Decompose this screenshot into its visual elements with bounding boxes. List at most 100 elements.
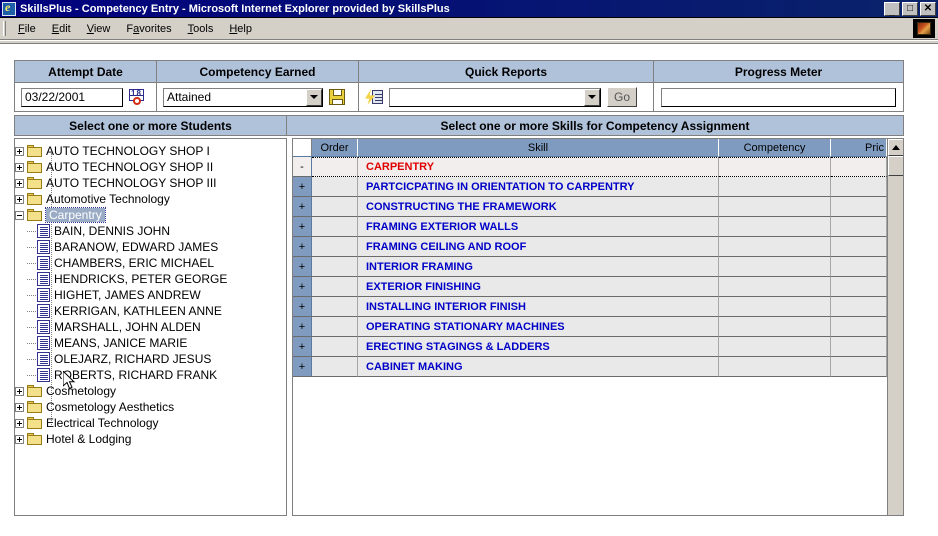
table-row[interactable]: + FRAMING EXTERIOR WALLS — [293, 217, 887, 237]
tree-expand-icon[interactable] — [15, 418, 24, 428]
cell-competency[interactable] — [719, 197, 831, 217]
cell-order[interactable] — [312, 277, 358, 297]
menu-item-help[interactable]: Help — [221, 21, 260, 37]
tree-folder-node[interactable]: Automotive Technology — [15, 191, 286, 207]
row-collapse-button[interactable]: - — [293, 157, 312, 177]
maximize-button[interactable]: □ — [902, 1, 918, 16]
cell-order[interactable] — [312, 317, 358, 337]
grid-vertical-scrollbar[interactable] — [887, 139, 903, 515]
cell-skill[interactable]: OPERATING STATIONARY MACHINES — [358, 317, 719, 337]
row-expand-button[interactable]: + — [293, 177, 312, 197]
tree-student-node[interactable]: OLEJARZ, RICHARD JESUS — [15, 351, 286, 367]
tree-student-node[interactable]: CHAMBERS, ERIC MICHAEL — [15, 255, 286, 271]
calendar-date-picker-icon[interactable] — [129, 88, 146, 106]
cell-pric[interactable] — [831, 237, 887, 257]
tree-expand-icon[interactable] — [15, 386, 24, 396]
grid-col-pric[interactable]: Pric — [831, 139, 887, 157]
row-expand-button[interactable]: + — [293, 277, 312, 297]
cell-competency[interactable] — [719, 257, 831, 277]
cell-skill[interactable]: PARTCICPATING IN ORIENTATION TO CARPENTR… — [358, 177, 719, 197]
tree-student-node[interactable]: MARSHALL, JOHN ALDEN — [15, 319, 286, 335]
cell-pric[interactable] — [831, 277, 887, 297]
cell-order[interactable] — [312, 257, 358, 277]
minimize-button[interactable]: _ — [884, 1, 900, 16]
tree-folder-node[interactable]: Carpentry — [15, 207, 286, 223]
table-row[interactable]: + PARTCICPATING IN ORIENTATION TO CARPENT… — [293, 177, 887, 197]
table-row[interactable]: + CONSTRUCTING THE FRAMEWORK — [293, 197, 887, 217]
row-expand-button[interactable]: + — [293, 357, 312, 377]
cell-skill[interactable]: CONSTRUCTING THE FRAMEWORK — [358, 197, 719, 217]
cell-skill[interactable]: INSTALLING INTERIOR FINISH — [358, 297, 719, 317]
cell-competency[interactable] — [719, 177, 831, 197]
row-expand-button[interactable]: + — [293, 337, 312, 357]
grid-col-competency[interactable]: Competency — [719, 139, 831, 157]
cell-skill[interactable]: CABINET MAKING — [358, 357, 719, 377]
menu-item-tools[interactable]: Tools — [180, 21, 222, 37]
cell-skill[interactable]: EXTERIOR FINISHING — [358, 277, 719, 297]
cell-skill[interactable]: CARPENTRY — [358, 157, 719, 177]
tree-folder-node[interactable]: Cosmetology Aesthetics — [15, 399, 286, 415]
tree-student-node[interactable]: HIGHET, JAMES ANDREW — [15, 287, 286, 303]
row-expand-button[interactable]: + — [293, 317, 312, 337]
row-expand-button[interactable]: + — [293, 217, 312, 237]
tree-expand-icon[interactable] — [15, 402, 24, 412]
cell-pric[interactable] — [831, 357, 887, 377]
menu-item-view[interactable]: View — [79, 21, 119, 37]
tree-folder-node[interactable]: Hotel & Lodging — [15, 431, 286, 447]
cell-order[interactable] — [312, 237, 358, 257]
cell-skill[interactable]: INTERIOR FRAMING — [358, 257, 719, 277]
attempt-date-input[interactable]: 03/22/2001 — [21, 87, 123, 107]
menu-drag-grip[interactable] — [3, 21, 6, 36]
tree-folder-node[interactable]: AUTO TECHNOLOGY SHOP II — [15, 159, 286, 175]
cell-skill[interactable]: FRAMING CEILING AND ROOF — [358, 237, 719, 257]
go-button[interactable]: Go — [607, 87, 638, 107]
tree-folder-node[interactable]: Electrical Technology — [15, 415, 286, 431]
cell-pric[interactable] — [831, 197, 887, 217]
cell-pric[interactable] — [831, 317, 887, 337]
cell-skill[interactable]: FRAMING EXTERIOR WALLS — [358, 217, 719, 237]
cell-pric[interactable] — [831, 297, 887, 317]
scroll-up-arrow-icon[interactable] — [888, 139, 903, 156]
cell-competency[interactable] — [719, 277, 831, 297]
menu-item-file[interactable]: FFileile — [10, 21, 44, 37]
menu-item-edit[interactable]: Edit — [44, 21, 79, 37]
cell-pric[interactable] — [831, 157, 887, 177]
table-row[interactable]: + INTERIOR FRAMING — [293, 257, 887, 277]
cell-competency[interactable] — [719, 237, 831, 257]
table-row[interactable]: + ERECTING STAGINGS & LADDERS — [293, 337, 887, 357]
chevron-down-icon[interactable] — [584, 88, 600, 106]
menu-item-favorites[interactable]: Favorites — [118, 21, 179, 37]
tree-folder-node[interactable]: AUTO TECHNOLOGY SHOP III — [15, 175, 286, 191]
table-row[interactable]: - CARPENTRY — [293, 157, 887, 177]
cell-competency[interactable] — [719, 317, 831, 337]
close-button[interactable]: ✕ — [920, 1, 936, 16]
tree-collapse-icon[interactable] — [15, 210, 24, 220]
tree-folder-node[interactable]: Cosmetology — [15, 383, 286, 399]
tree-folder-node[interactable]: AUTO TECHNOLOGY SHOP I — [15, 143, 286, 159]
tree-student-node[interactable]: KERRIGAN, KATHLEEN ANNE — [15, 303, 286, 319]
floppy-disk-save-icon[interactable] — [329, 89, 345, 105]
table-row[interactable]: + INSTALLING INTERIOR FINISH — [293, 297, 887, 317]
row-expand-button[interactable]: + — [293, 297, 312, 317]
row-expand-button[interactable]: + — [293, 257, 312, 277]
grid-col-skill[interactable]: Skill — [358, 139, 719, 157]
cell-pric[interactable] — [831, 257, 887, 277]
cell-competency[interactable] — [719, 357, 831, 377]
quick-reports-select[interactable] — [389, 87, 601, 107]
tree-student-node[interactable]: BARANOW, EDWARD JAMES — [15, 239, 286, 255]
scrollbar-thumb[interactable] — [888, 156, 903, 176]
table-row[interactable]: + CABINET MAKING — [293, 357, 887, 377]
cell-order[interactable] — [312, 157, 358, 177]
tree-expand-icon[interactable] — [15, 178, 24, 188]
cell-order[interactable] — [312, 177, 358, 197]
tree-student-node[interactable]: ROBERTS, RICHARD FRANK — [15, 367, 286, 383]
tree-student-node[interactable]: MEANS, JANICE MARIE — [15, 335, 286, 351]
grid-col-order[interactable]: Order — [312, 139, 358, 157]
cell-skill[interactable]: ERECTING STAGINGS & LADDERS — [358, 337, 719, 357]
cell-order[interactable] — [312, 357, 358, 377]
cell-competency[interactable] — [719, 157, 831, 177]
chevron-down-icon[interactable] — [306, 88, 322, 106]
cell-competency[interactable] — [719, 217, 831, 237]
table-row[interactable]: + OPERATING STATIONARY MACHINES — [293, 317, 887, 337]
cell-competency[interactable] — [719, 297, 831, 317]
